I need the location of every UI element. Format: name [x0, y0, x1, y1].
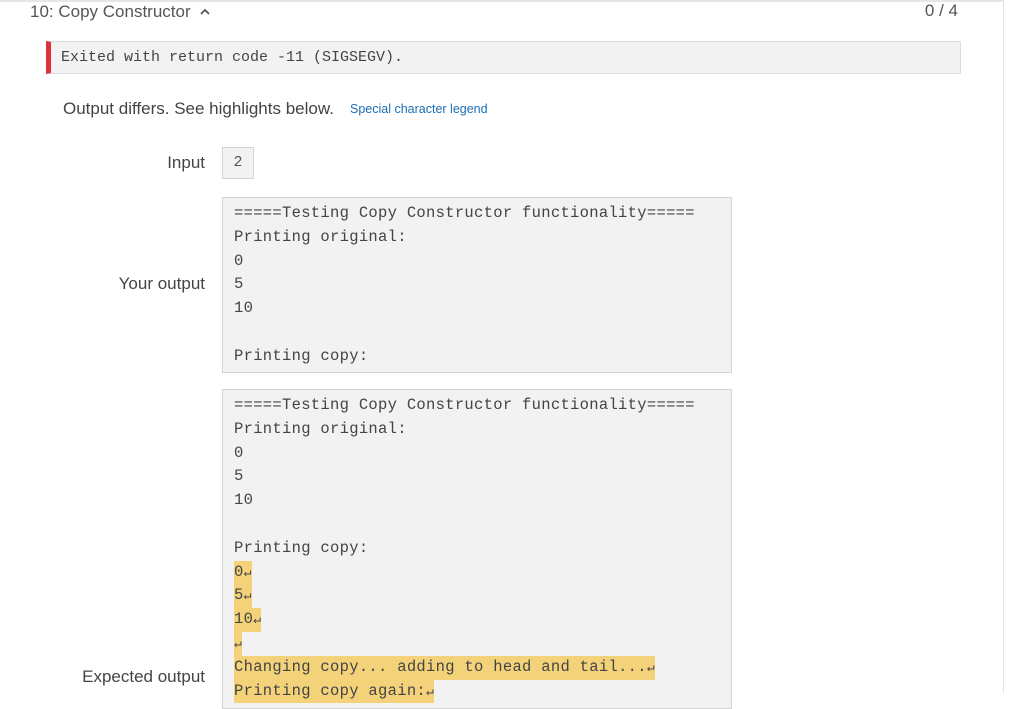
error-message-box: Exited with return code -11 (SIGSEGV). [46, 41, 961, 74]
expected-line-text: Changing copy... adding to head and tail… [234, 657, 647, 676]
expected-line: 0 [234, 443, 244, 462]
expected-line: 10 [234, 491, 254, 510]
diff-highlight: ↵ [234, 631, 243, 656]
output-line: Printing copy: [234, 346, 369, 365]
expected-line: Printing original: [234, 419, 407, 438]
expected-line [234, 513, 695, 537]
expected-line: ↵ [234, 631, 695, 656]
input-label: Input [167, 153, 205, 172]
output-line: =====Testing Copy Constructor functional… [234, 204, 695, 222]
test-result-panel: 10: Copy Constructor 0 / 4 Exited with r… [0, 0, 1004, 709]
chevron-up-icon[interactable] [199, 6, 211, 18]
newline-icon: ↵ [253, 612, 262, 628]
expected-output-label: Expected output [82, 667, 205, 686]
expected-line: Printing copy: [234, 538, 369, 557]
expected-line: 5 [234, 467, 244, 486]
your-output-label: Your output [118, 274, 205, 293]
output-line: 0 [234, 251, 244, 270]
newline-icon: ↵ [646, 659, 656, 675]
your-output-lines: =====Testing Copy Constructor functional… [234, 202, 695, 369]
expected-line: Printing copy again:↵ [234, 679, 695, 704]
expected-line: 10↵ [234, 608, 695, 632]
test-case-header[interactable]: 10: Copy Constructor [30, 2, 211, 22]
diff-highlight: 10↵ [234, 608, 262, 632]
output-line: 5 [234, 275, 244, 294]
expected-line: 0↵ [234, 560, 695, 585]
diff-highlight: 5↵ [234, 584, 252, 609]
output-line: Printing original: [234, 227, 407, 246]
your-output-box: =====Testing Copy Constructor functional… [222, 197, 732, 373]
expected-line: 5↵ [234, 584, 695, 609]
expected-line-text: 10 [234, 610, 254, 629]
expected-line-text: 0 [234, 562, 244, 581]
diff-highlight: Changing copy... adding to head and tail… [234, 655, 656, 680]
expected-line: =====Testing Copy Constructor functional… [234, 396, 695, 414]
diff-message: Output differs. See highlights below. [63, 99, 334, 118]
newline-icon: ↵ [426, 683, 435, 699]
test-score: 0 / 4 [924, 1, 958, 20]
test-case-title: 10: Copy Constructor [30, 2, 191, 21]
expected-line-text: 5 [234, 586, 244, 605]
diff-highlight: 0↵ [234, 560, 252, 585]
expected-output-lines: =====Testing Copy Constructor functional… [234, 394, 695, 704]
diff-highlight: Printing copy again:↵ [234, 679, 435, 704]
newline-icon: ↵ [243, 588, 252, 604]
special-character-legend-link[interactable]: Special character legend [350, 102, 488, 116]
output-line: 10 [234, 299, 254, 318]
error-message-text: Exited with return code -11 (SIGSEGV). [61, 49, 404, 66]
newline-icon: ↵ [243, 564, 252, 580]
input-value: 2 [222, 147, 254, 179]
expected-line-text: Printing copy again: [234, 681, 427, 700]
expected-line: Changing copy... adding to head and tail… [234, 655, 695, 680]
newline-icon: ↵ [234, 635, 243, 651]
expected-output-box: =====Testing Copy Constructor functional… [222, 389, 732, 709]
